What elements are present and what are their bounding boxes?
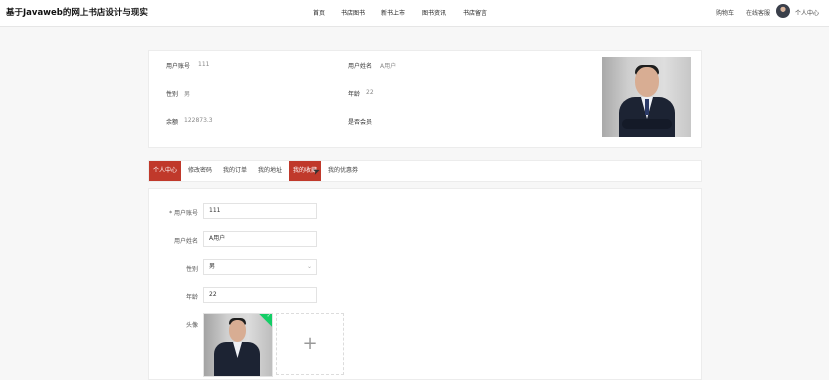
- account-label: 用户账号: [166, 63, 191, 70]
- tab-personal-center[interactable]: 个人中心: [149, 161, 182, 181]
- online-service-link[interactable]: 在线客服: [746, 8, 770, 17]
- account-input[interactable]: 111: [203, 203, 317, 219]
- gender-label: 性别: [166, 91, 179, 98]
- tab-my-addresses[interactable]: 我的地址: [258, 161, 282, 181]
- avatar-upload-button[interactable]: +: [276, 313, 344, 375]
- nav-home[interactable]: 首页: [313, 8, 325, 17]
- vip-label: 是否会员: [348, 119, 373, 126]
- form-avatar-label: 头像: [185, 322, 198, 329]
- nav-new-books[interactable]: 新书上市: [381, 8, 405, 17]
- user-center-link[interactable]: 个人中心: [795, 8, 819, 17]
- nav-messages[interactable]: 书店留言: [463, 8, 487, 17]
- gender-select-value: 男: [209, 263, 216, 270]
- account-value: 111: [198, 61, 210, 68]
- age-value: 22: [366, 89, 374, 96]
- tab-change-password[interactable]: 修改密码: [188, 161, 212, 181]
- nav-book-news[interactable]: 图书资讯: [422, 8, 446, 17]
- name-value: A用户: [380, 63, 397, 70]
- form-gender-label: 性别: [185, 266, 198, 273]
- age-label: 年龄: [348, 91, 361, 98]
- form-name-label: 用户姓名: [173, 238, 198, 245]
- chevron-down-icon: ⌄: [306, 263, 312, 270]
- gender-select[interactable]: 男 ⌄: [203, 259, 317, 275]
- uploaded-avatar-thumbnail[interactable]: ✓: [203, 313, 273, 377]
- plus-icon: +: [302, 333, 318, 354]
- name-label: 用户姓名: [348, 63, 373, 70]
- site-title: 基于Javaweb的网上书店设计与现实: [6, 8, 148, 18]
- balance-value: 122873.3: [184, 117, 213, 124]
- age-input[interactable]: 22: [203, 287, 317, 303]
- nav-books[interactable]: 书店图书: [341, 8, 365, 17]
- form-account-label: * 用户账号: [169, 210, 198, 217]
- gender-value: 男: [184, 91, 191, 98]
- balance-label: 余额: [166, 119, 179, 126]
- cart-link[interactable]: 购物车: [716, 8, 734, 17]
- profile-photo: [602, 57, 691, 137]
- tab-my-orders[interactable]: 我的订单: [223, 161, 247, 181]
- user-avatar[interactable]: [776, 4, 790, 18]
- profile-tabs: 个人中心 修改密码 我的订单 我的地址 我的收藏 我的优惠券: [148, 160, 702, 182]
- form-age-label: 年龄: [185, 294, 198, 301]
- tab-my-coupons[interactable]: 我的优惠券: [328, 161, 358, 181]
- name-input[interactable]: A用户: [203, 231, 317, 247]
- check-icon: ✓: [266, 313, 271, 319]
- top-navigation-bar: 基于Javaweb的网上书店设计与现实 首页 书店图书 新书上市 图书资讯 书店…: [0, 0, 829, 27]
